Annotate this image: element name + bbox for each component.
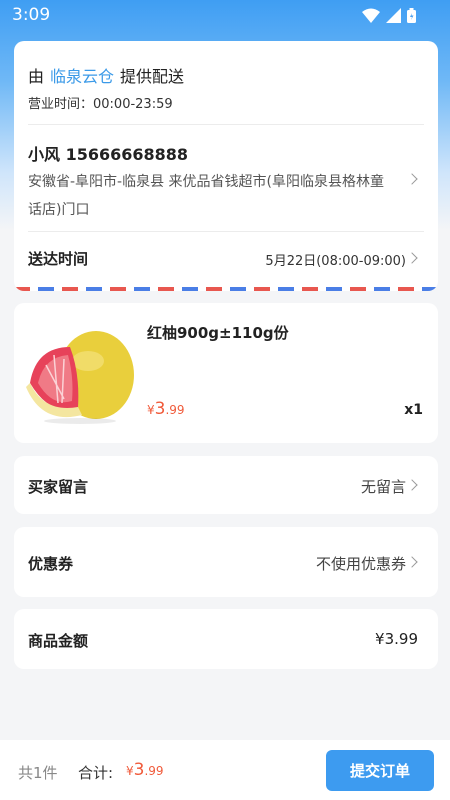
battery-icon xyxy=(407,8,416,23)
contact-name-phone: 小风 15666668888 xyxy=(28,145,189,164)
status-bar: 3:09 xyxy=(0,0,450,32)
buyer-message-value: 无留言 xyxy=(360,478,406,496)
chevron-right-icon xyxy=(406,252,418,264)
total-price: ¥3.99 xyxy=(126,760,164,780)
status-time: 3:09 xyxy=(12,5,51,25)
pomelo-image xyxy=(26,331,134,424)
checkout-bar: 共1件 合计: ¥3.99 提交订单 xyxy=(0,740,450,800)
delivery-suffix: 提供配送 xyxy=(120,67,185,86)
chevron-right-icon xyxy=(406,173,418,185)
delivery-line: 由 临泉云仓 提供配送 xyxy=(28,63,184,87)
coupon-row[interactable]: 优惠券 不使用优惠券 xyxy=(14,527,438,597)
coupon-label: 优惠券 xyxy=(28,555,74,573)
product-quantity: x1 xyxy=(404,402,423,418)
store-name-link[interactable]: 临泉云仓 xyxy=(50,63,114,87)
delivery-time-value: 5月22日(08:00-09:00) xyxy=(265,254,406,269)
price-decimal: .99 xyxy=(165,403,185,417)
price-integer: 3 xyxy=(154,399,166,419)
total-decimal: .99 xyxy=(144,764,164,778)
product-price: ¥3.99 xyxy=(147,399,185,419)
status-icons xyxy=(362,8,416,23)
total-currency: ¥ xyxy=(126,764,134,778)
signal-icon xyxy=(386,8,401,23)
delivery-time-label: 送达时间 xyxy=(28,250,89,268)
price-currency: ¥ xyxy=(147,403,155,417)
chevron-right-icon xyxy=(406,479,418,491)
wifi-icon xyxy=(362,8,380,23)
item-count: 共1件 xyxy=(18,764,58,782)
goods-amount-label: 商品金额 xyxy=(28,632,89,650)
buyer-message-row[interactable]: 买家留言 无留言 xyxy=(14,456,438,514)
divider xyxy=(28,124,424,125)
submit-order-button[interactable]: 提交订单 xyxy=(326,750,434,791)
business-hours: 营业时间：00:00-23:59 xyxy=(28,97,173,112)
product-title: 红柚900g±110g份 xyxy=(147,324,289,342)
product-card: 红柚900g±110g份 ¥3.99 x1 xyxy=(14,303,438,443)
buyer-message-label: 买家留言 xyxy=(28,478,89,496)
airmail-border xyxy=(14,287,438,291)
total-integer: 3 xyxy=(133,760,145,780)
goods-amount-row: 商品金额 ¥3.99 xyxy=(14,609,438,669)
delivery-address: 安徽省-阜阳市-临泉县 来优品省钱超市(阜阳临泉县格林童话店)门口 xyxy=(28,174,385,218)
divider xyxy=(28,231,424,232)
address-card: 由 临泉云仓 提供配送 营业时间：00:00-23:59 小风 15666668… xyxy=(14,41,438,291)
total-label: 合计: xyxy=(78,764,114,782)
chevron-right-icon xyxy=(406,556,418,568)
coupon-value: 不使用优惠券 xyxy=(315,555,406,573)
delivery-prefix: 由 xyxy=(28,67,45,86)
goods-amount-value: ¥3.99 xyxy=(375,630,418,648)
